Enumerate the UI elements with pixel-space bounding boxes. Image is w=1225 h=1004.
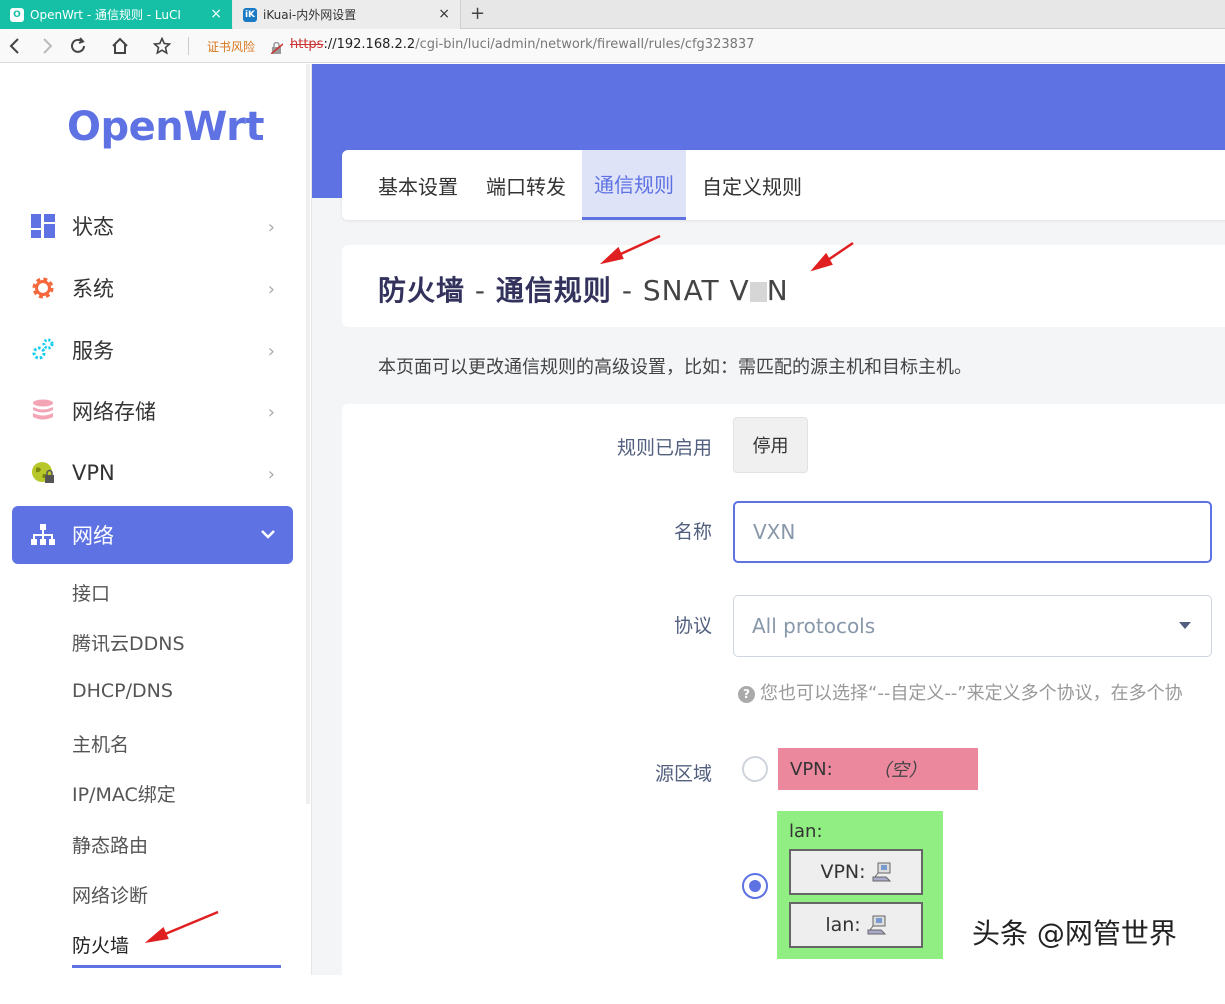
annotation-arrow — [599, 234, 661, 265]
annotation-arrow — [144, 910, 219, 943]
arrowhead — [810, 252, 833, 272]
watermark: 头条 @网管世界 — [972, 917, 1177, 950]
annotation-arrow — [810, 241, 854, 272]
arrowhead — [599, 246, 624, 265]
arrowhead — [144, 926, 169, 943]
annotation-arrows — [144, 234, 854, 943]
